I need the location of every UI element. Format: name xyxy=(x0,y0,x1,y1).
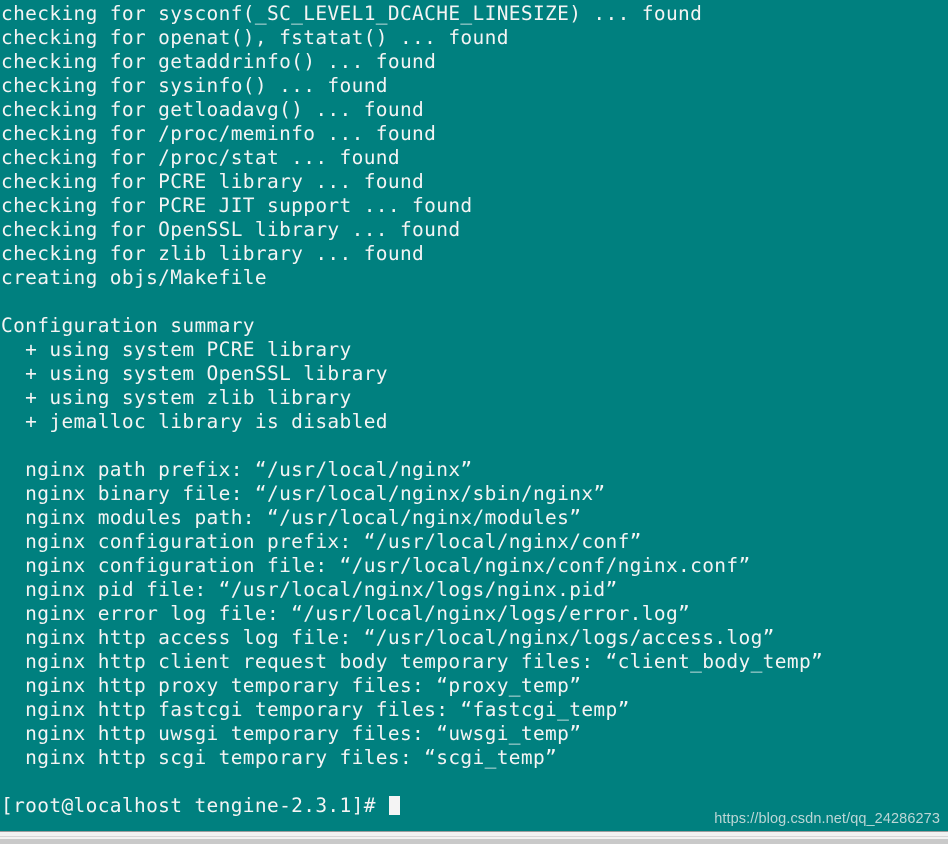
terminal-line: nginx http client request body temporary… xyxy=(1,650,824,673)
terminal-line: checking for /proc/stat ... found xyxy=(1,146,400,169)
terminal-line: nginx http uwsgi temporary files: “uwsgi… xyxy=(1,722,582,745)
chrome-divider xyxy=(0,836,948,837)
terminal-line: nginx http fastcgi temporary files: “fas… xyxy=(1,698,630,721)
terminal-line: checking for sysconf(_SC_LEVEL1_DCACHE_L… xyxy=(1,2,703,25)
terminal-line: checking for getloadavg() ... found xyxy=(1,98,425,121)
terminal-line: checking for zlib library ... found xyxy=(1,242,425,265)
terminal-line: + jemalloc library is disabled xyxy=(1,410,388,433)
text-cursor xyxy=(388,796,400,815)
terminal-line: + using system OpenSSL library xyxy=(1,362,388,385)
terminal-line: checking for OpenSSL library ... found xyxy=(1,218,461,241)
terminal-line: nginx http access log file: “/usr/local/… xyxy=(1,626,775,649)
terminal-line: checking for PCRE JIT support ... found xyxy=(1,194,473,217)
terminal-line: + using system PCRE library xyxy=(1,338,352,361)
terminal-line: nginx http proxy temporary files: “proxy… xyxy=(1,674,582,697)
terminal-line: nginx binary file: “/usr/local/nginx/sbi… xyxy=(1,482,606,505)
terminal-line: + using system zlib library xyxy=(1,386,352,409)
terminal-line: nginx error log file: “/usr/local/nginx/… xyxy=(1,602,691,625)
window-bottom-chrome xyxy=(0,831,948,844)
watermark-url: https://blog.csdn.net/qq_24286273 xyxy=(714,811,940,827)
terminal-line: nginx http scgi temporary files: “scgi_t… xyxy=(1,746,558,769)
terminal-line: checking for sysinfo() ... found xyxy=(1,74,388,97)
terminal-line: creating objs/Makefile xyxy=(1,266,267,289)
chrome-shade xyxy=(0,839,948,844)
terminal-line: checking for getaddrinfo() ... found xyxy=(1,50,437,73)
terminal-line: nginx path prefix: “/usr/local/nginx” xyxy=(1,458,473,481)
terminal-line: nginx modules path: “/usr/local/nginx/mo… xyxy=(1,506,582,529)
shell-prompt-text: [root@localhost tengine-2.3.1]# xyxy=(1,794,388,817)
terminal-line: checking for openat(), fstatat() ... fou… xyxy=(1,26,509,49)
terminal-line: checking for PCRE library ... found xyxy=(1,170,425,193)
terminal-line: nginx pid file: “/usr/local/nginx/logs/n… xyxy=(1,578,618,601)
terminal-line: nginx configuration prefix: “/usr/local/… xyxy=(1,530,642,553)
terminal-output-area[interactable]: checking for sysconf(_SC_LEVEL1_DCACHE_L… xyxy=(0,0,948,818)
terminal-line: Configuration summary xyxy=(1,314,255,337)
terminal-line: nginx configuration file: “/usr/local/ng… xyxy=(1,554,751,577)
terminal-line: checking for /proc/meminfo ... found xyxy=(1,122,437,145)
terminal-window[interactable]: checking for sysconf(_SC_LEVEL1_DCACHE_L… xyxy=(0,0,948,831)
terminal-output-lines: checking for sysconf(_SC_LEVEL1_DCACHE_L… xyxy=(0,2,948,794)
